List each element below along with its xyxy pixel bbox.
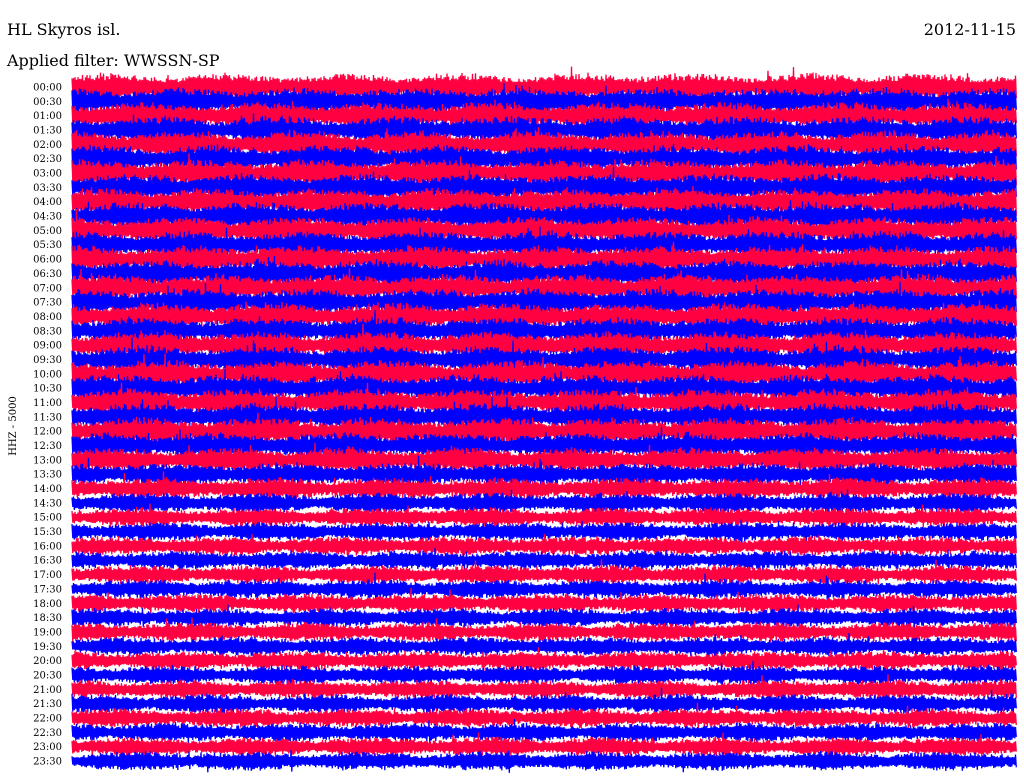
time-tick-label: 00:00 [33,83,62,94]
trace-group [71,66,1017,773]
time-tick-label: 20:30 [33,671,62,682]
helicorder-plot: 00:00 00:30 01:00 01:30 02:00 02:30 03:00 03:30… [8,66,1017,773]
time-tick-label: 00:30 [33,97,62,108]
time-tick-label: 10:00 [33,369,62,380]
date-label: 2012-11-15 [923,20,1016,39]
time-tick-label: 05:30 [33,240,62,251]
filter-label: Applied filter: WWSSN-SP [7,51,220,70]
time-tick-label: 13:00 [33,455,62,466]
time-tick-label: 16:00 [33,541,62,552]
time-tick-label: 19:00 [33,627,62,638]
time-tick-label: 15:30 [33,527,62,538]
channel-axis-label: HHZ - 5000 [8,396,19,456]
time-tick-label: 21:00 [33,685,62,696]
time-tick-label: 12:30 [33,441,62,452]
time-tick-label: 07:00 [33,283,62,294]
time-tick-label: 13:30 [33,470,62,481]
time-tick-label: 11:30 [33,412,62,423]
time-tick-label: 17:00 [33,570,62,581]
time-tick-label: 04:30 [33,212,62,223]
time-tick-label: 06:00 [33,255,62,266]
time-tick-label: 18:00 [33,599,62,610]
time-tick-label: 01:00 [33,111,62,122]
time-tick-label: 14:00 [33,484,62,495]
time-tick-label: 10:30 [33,384,62,395]
time-tick-label: 12:00 [33,427,62,438]
time-tick-label: 20:00 [33,656,62,667]
time-tick-label: 05:00 [33,226,62,237]
time-tick-label: 21:30 [33,699,62,710]
time-tick-label: 02:00 [33,140,62,151]
time-tick-label: 08:30 [33,326,62,337]
time-tick-label: 02:30 [33,154,62,165]
time-tick-label: 23:00 [33,742,62,753]
tick-label-group: 00:00 00:30 01:00 01:30 02:00 02:30 03:00 03:30… [33,83,62,768]
time-tick-label: 18:30 [33,613,62,624]
time-tick-label: 03:30 [33,183,62,194]
time-tick-label: 09:30 [33,355,62,366]
time-tick-label: 16:30 [33,556,62,567]
time-tick-label: 01:30 [33,126,62,137]
time-tick-label: 22:30 [33,728,62,739]
time-tick-label: 15:00 [33,513,62,524]
time-tick-label: 07:30 [33,298,62,309]
time-tick-label: 17:30 [33,584,62,595]
time-tick-label: 09:00 [33,341,62,352]
time-tick-label: 11:00 [33,398,62,409]
time-tick-label: 04:00 [33,197,62,208]
time-tick-label: 06:30 [33,269,62,280]
time-tick-label: 08:00 [33,312,62,323]
time-tick-label: 03:00 [33,169,62,180]
time-tick-label: 23:30 [33,757,62,768]
time-tick-label: 22:00 [33,714,62,725]
station-title: HL Skyros isl. [7,20,121,39]
time-tick-label: 14:30 [33,498,62,509]
time-tick-label: 19:30 [33,642,62,653]
